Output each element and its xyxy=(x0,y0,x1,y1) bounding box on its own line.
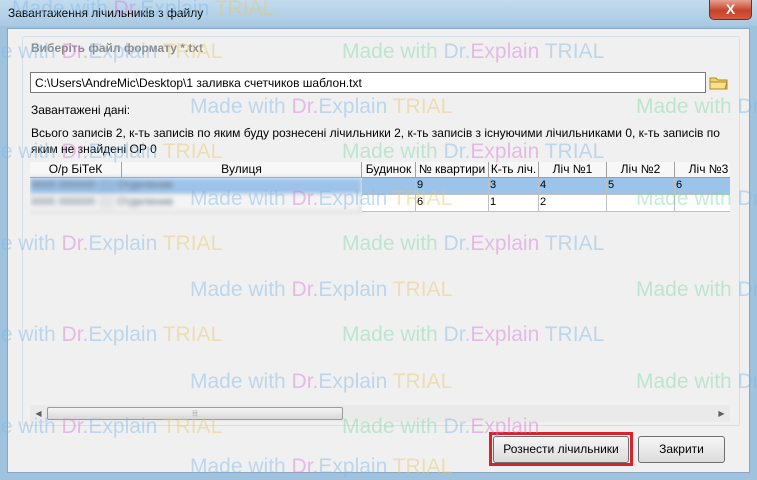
cell-meter-2: 5 xyxy=(607,178,675,195)
cell-apartment: 6 xyxy=(416,195,489,212)
file-path-input[interactable] xyxy=(30,72,706,93)
cell-meter-1: 4 xyxy=(539,178,607,195)
folder-icon xyxy=(709,77,728,90)
cell-apartment: 9 xyxy=(416,178,489,195)
column-header-apartment[interactable]: № квартири xyxy=(416,162,489,178)
scroll-left-arrow-icon[interactable]: ◀ xyxy=(30,405,47,422)
close-dialog-button[interactable]: Закрити xyxy=(638,436,725,463)
scroll-right-arrow-icon[interactable]: ▶ xyxy=(713,405,730,422)
column-header-street[interactable]: Вулиця xyxy=(122,162,362,178)
grid-horizontal-scrollbar[interactable]: ◀ ⦙⦙⦙ ▶ xyxy=(30,405,730,422)
browse-folder-button[interactable] xyxy=(707,72,730,93)
loaded-summary-text: Всього записів 2, к-ть записів по яким б… xyxy=(31,126,720,156)
cell-account: 0000 000000 ░░ Отделение xyxy=(30,178,362,195)
cell-account: 0000 000000 ░░ Отделение xyxy=(30,195,362,212)
cell-house xyxy=(362,178,416,195)
scrollbar-thumb[interactable]: ⦙⦙⦙ xyxy=(47,407,343,420)
cell-meter-count: 3 xyxy=(489,178,539,195)
window-title: Завантаження лічильників з файлу xyxy=(8,6,204,20)
cell-meter-3 xyxy=(675,195,730,212)
column-header-meter-count[interactable]: К-ть ліч. xyxy=(489,162,539,178)
highlight-frame xyxy=(489,432,633,466)
cell-meter-3: 6 xyxy=(675,178,730,195)
column-header-meter-2[interactable]: Ліч №2 xyxy=(607,162,675,178)
column-header-meter-3[interactable]: Ліч №3 xyxy=(675,162,730,178)
column-header-meter-1[interactable]: Ліч №1 xyxy=(539,162,607,178)
window-close-button[interactable]: X xyxy=(709,0,752,20)
cell-meter-2 xyxy=(607,195,675,212)
cell-meter-1: 2 xyxy=(539,195,607,212)
meters-data-grid[interactable]: О/р БіТеК Вулиця Будинок № квартири К-ть… xyxy=(30,162,730,405)
cell-house xyxy=(362,195,416,212)
title-bar[interactable]: Завантаження лічильників з файлу X xyxy=(0,0,757,26)
loaded-data-label: Завантажені дані: xyxy=(31,103,131,117)
cell-meter-count: 1 xyxy=(489,195,539,212)
file-group-label: Виберіть файл формату *.txt xyxy=(31,41,203,55)
column-header-house[interactable]: Будинок xyxy=(362,162,416,178)
column-header-account[interactable]: О/р БіТеК xyxy=(30,162,122,178)
